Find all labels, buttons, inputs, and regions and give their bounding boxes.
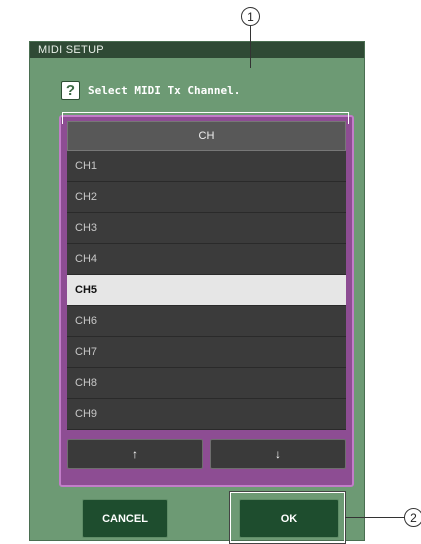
channel-row-2[interactable]: CH2 — [67, 182, 346, 213]
channel-list-frame: CH CH1 CH2 CH3 CH4 CH5 CH6 CH7 CH8 CH9 ↑… — [59, 115, 354, 487]
scroll-up-button[interactable]: ↑ — [67, 439, 203, 469]
dialog-title: MIDI SETUP — [30, 42, 364, 58]
channel-row-6[interactable]: CH6 — [67, 306, 346, 337]
arrow-down-icon: ↓ — [275, 447, 281, 461]
ok-highlight-box — [229, 491, 346, 544]
callout-1-bracket-left — [62, 112, 63, 124]
channel-row-3[interactable]: CH3 — [67, 213, 346, 244]
callout-1-leader — [250, 26, 251, 68]
callout-2-leader — [345, 517, 405, 518]
callout-2: 2 — [404, 508, 421, 527]
scroll-buttons: ↑ ↓ — [67, 439, 346, 469]
callout-1-bracket — [62, 112, 349, 113]
midi-setup-dialog: MIDI SETUP ? Select MIDI Tx Channel. CH … — [29, 41, 365, 541]
prompt-row: ? Select MIDI Tx Channel. — [61, 79, 240, 101]
help-icon[interactable]: ? — [61, 80, 80, 100]
channel-row-8[interactable]: CH8 — [67, 368, 346, 399]
channel-row-1[interactable]: CH1 — [67, 151, 346, 182]
arrow-up-icon: ↑ — [132, 447, 138, 461]
prompt-text: Select MIDI Tx Channel. — [88, 83, 241, 97]
callout-1-bracket-right — [348, 112, 349, 124]
callout-1: 1 — [241, 7, 260, 26]
channel-row-7[interactable]: CH7 — [67, 337, 346, 368]
channel-list: CH CH1 CH2 CH3 CH4 CH5 CH6 CH7 CH8 CH9 — [67, 121, 346, 430]
channel-row-5-selected[interactable]: CH5 — [67, 275, 346, 306]
channel-row-9[interactable]: CH9 — [67, 399, 346, 430]
channel-row-4[interactable]: CH4 — [67, 244, 346, 275]
channel-column-header: CH — [67, 121, 346, 151]
scroll-down-button[interactable]: ↓ — [210, 439, 346, 469]
cancel-button[interactable]: CANCEL — [82, 499, 168, 538]
